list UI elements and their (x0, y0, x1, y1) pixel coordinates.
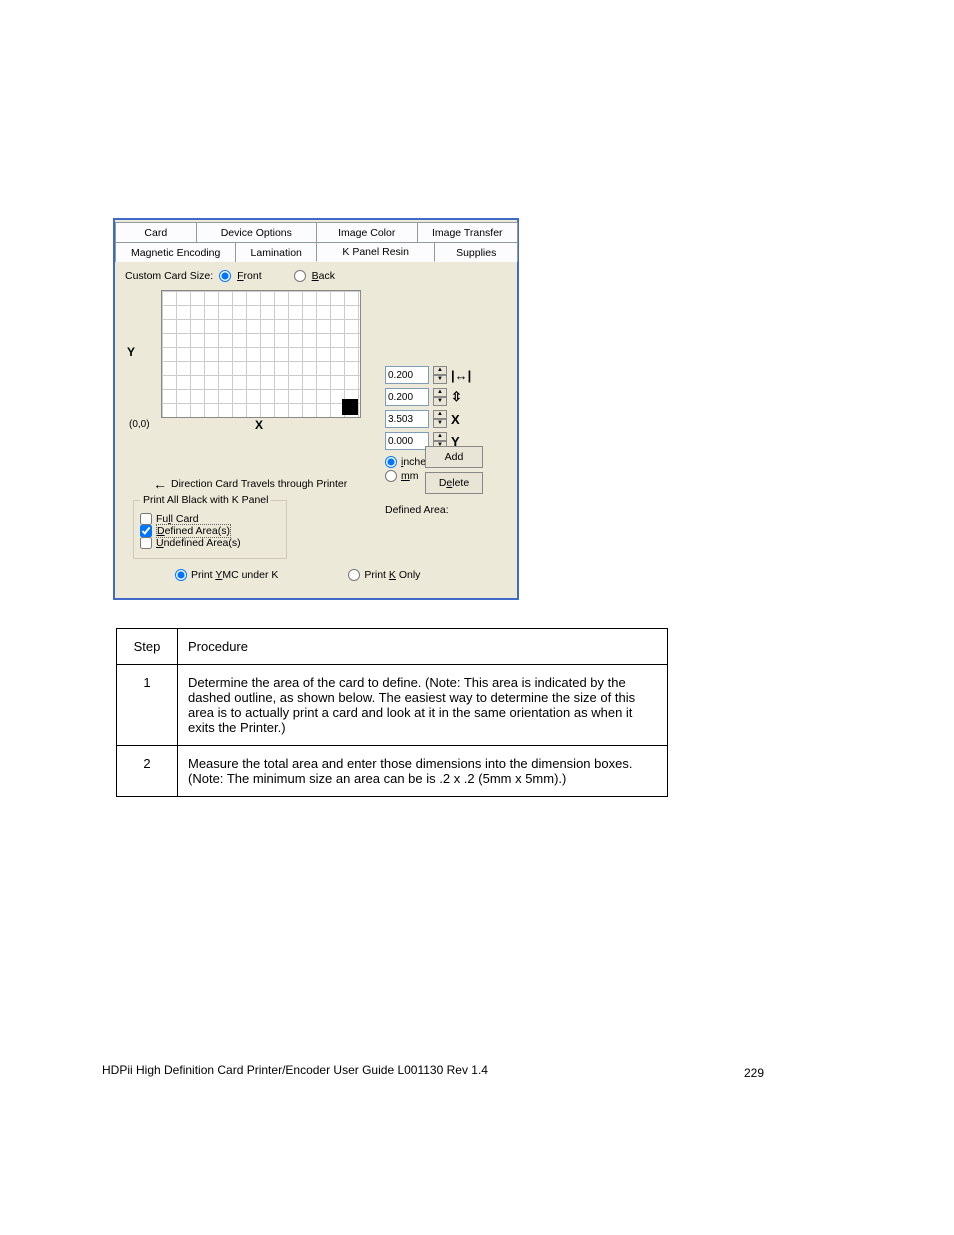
width-spinner-row: 0.200 ▲▼ |↔| (385, 366, 515, 384)
arrow-left-icon: ← (153, 476, 167, 492)
undefined-areas-label: Undefined Area(s) (156, 537, 241, 549)
table-header-row: Step Procedure (117, 629, 668, 665)
x-axis-label: X (255, 418, 263, 432)
height-spinner-row: 0.200 ▲▼ ⇳ (385, 388, 515, 406)
tab-card[interactable]: Card (115, 222, 197, 242)
table-row: 2 Measure the total area and enter those… (117, 746, 668, 797)
defined-area-marker[interactable] (342, 399, 358, 415)
footer-text: HDPii High Definition Card Printer/Encod… (102, 1063, 762, 1077)
radio-inches[interactable] (385, 456, 397, 468)
x-spinner-row: 3.503 ▲▼ X (385, 410, 515, 428)
custom-card-size-row: Custom Card Size: Front Back (125, 270, 507, 282)
y-axis-label: Y (127, 345, 135, 359)
front-label: Front (237, 270, 262, 282)
width-spinner[interactable]: ▲▼ (433, 366, 447, 384)
radio-front[interactable] (219, 270, 231, 282)
tab-device-options[interactable]: Device Options (196, 222, 317, 242)
tab-row-2: Magnetic Encoding Lamination K Panel Res… (115, 242, 517, 262)
note-label: Note: (192, 771, 223, 786)
fieldset-legend: Print All Black with K Panel (140, 494, 271, 506)
mm-label: mm (401, 470, 419, 482)
bottom-radio-row: Print YMC under K Print K Only (175, 569, 507, 581)
tab-lamination[interactable]: Lamination (235, 242, 317, 262)
x-spinner[interactable]: ▲▼ (433, 410, 447, 428)
delete-button[interactable]: Delete (425, 472, 483, 494)
page: Card Device Options Image Color Image Tr… (0, 0, 954, 1235)
tab-supplies[interactable]: Supplies (434, 242, 518, 262)
x-dim-icon: X (451, 412, 460, 427)
height-input[interactable]: 0.200 (385, 388, 429, 406)
check-undefined-areas[interactable] (140, 537, 152, 549)
radio-print-ymc[interactable] (175, 569, 187, 581)
card-grid-area: Y (0,0) X (143, 290, 359, 428)
width-icon: |↔| (451, 368, 471, 383)
print-black-fieldset: Print All Black with K Panel Full Card D… (133, 500, 287, 559)
check-defined-areas[interactable] (140, 525, 152, 537)
print-k-label: Print K Only (364, 569, 420, 581)
origin-label: (0,0) (129, 419, 150, 430)
width-input[interactable]: 0.200 (385, 366, 429, 384)
tab-row-1: Card Device Options Image Color Image Tr… (115, 222, 517, 242)
header-step: Step (117, 629, 178, 665)
printer-dialog: Card Device Options Image Color Image Tr… (113, 218, 519, 600)
x-input[interactable]: 3.503 (385, 410, 429, 428)
tab-image-color[interactable]: Image Color (316, 222, 418, 242)
tab-magnetic-encoding[interactable]: Magnetic Encoding (115, 242, 236, 262)
header-procedure: Procedure (178, 629, 668, 665)
height-icon: ⇳ (451, 389, 462, 405)
note-label: Note: (429, 675, 460, 690)
radio-back[interactable] (294, 270, 306, 282)
radio-print-k[interactable] (348, 569, 360, 581)
height-spinner[interactable]: ▲▼ (433, 388, 447, 406)
step-number: 1 (117, 665, 178, 746)
step-number: 2 (117, 746, 178, 797)
step-text: Measure the total area and enter those d… (178, 746, 668, 797)
add-button[interactable]: Add (425, 446, 483, 468)
print-ymc-label: Print YMC under K (191, 569, 278, 581)
tab-image-transfer[interactable]: Image Transfer (417, 222, 519, 242)
check-full-card[interactable] (140, 513, 152, 525)
table-row: 1 Determine the area of the card to defi… (117, 665, 668, 746)
back-label: Back (312, 270, 335, 282)
steps-table: Step Procedure 1 Determine the area of t… (116, 628, 668, 797)
defined-areas-label: Defined Area(s) (156, 524, 231, 538)
defined-area-label: Defined Area: (385, 504, 449, 516)
tab-k-panel-resin[interactable]: K Panel Resin (316, 242, 435, 262)
radio-mm[interactable] (385, 470, 397, 482)
card-grid[interactable] (161, 290, 361, 418)
custom-card-size-label: Custom Card Size: (125, 270, 213, 282)
k-panel-content: Custom Card Size: Front Back Y (0,0) X (115, 262, 517, 589)
step-text: Determine the area of the card to define… (178, 665, 668, 746)
page-number: 229 (744, 1066, 764, 1080)
direction-text: Direction Card Travels through Printer (171, 478, 347, 490)
y-input[interactable]: 0.000 (385, 432, 429, 450)
